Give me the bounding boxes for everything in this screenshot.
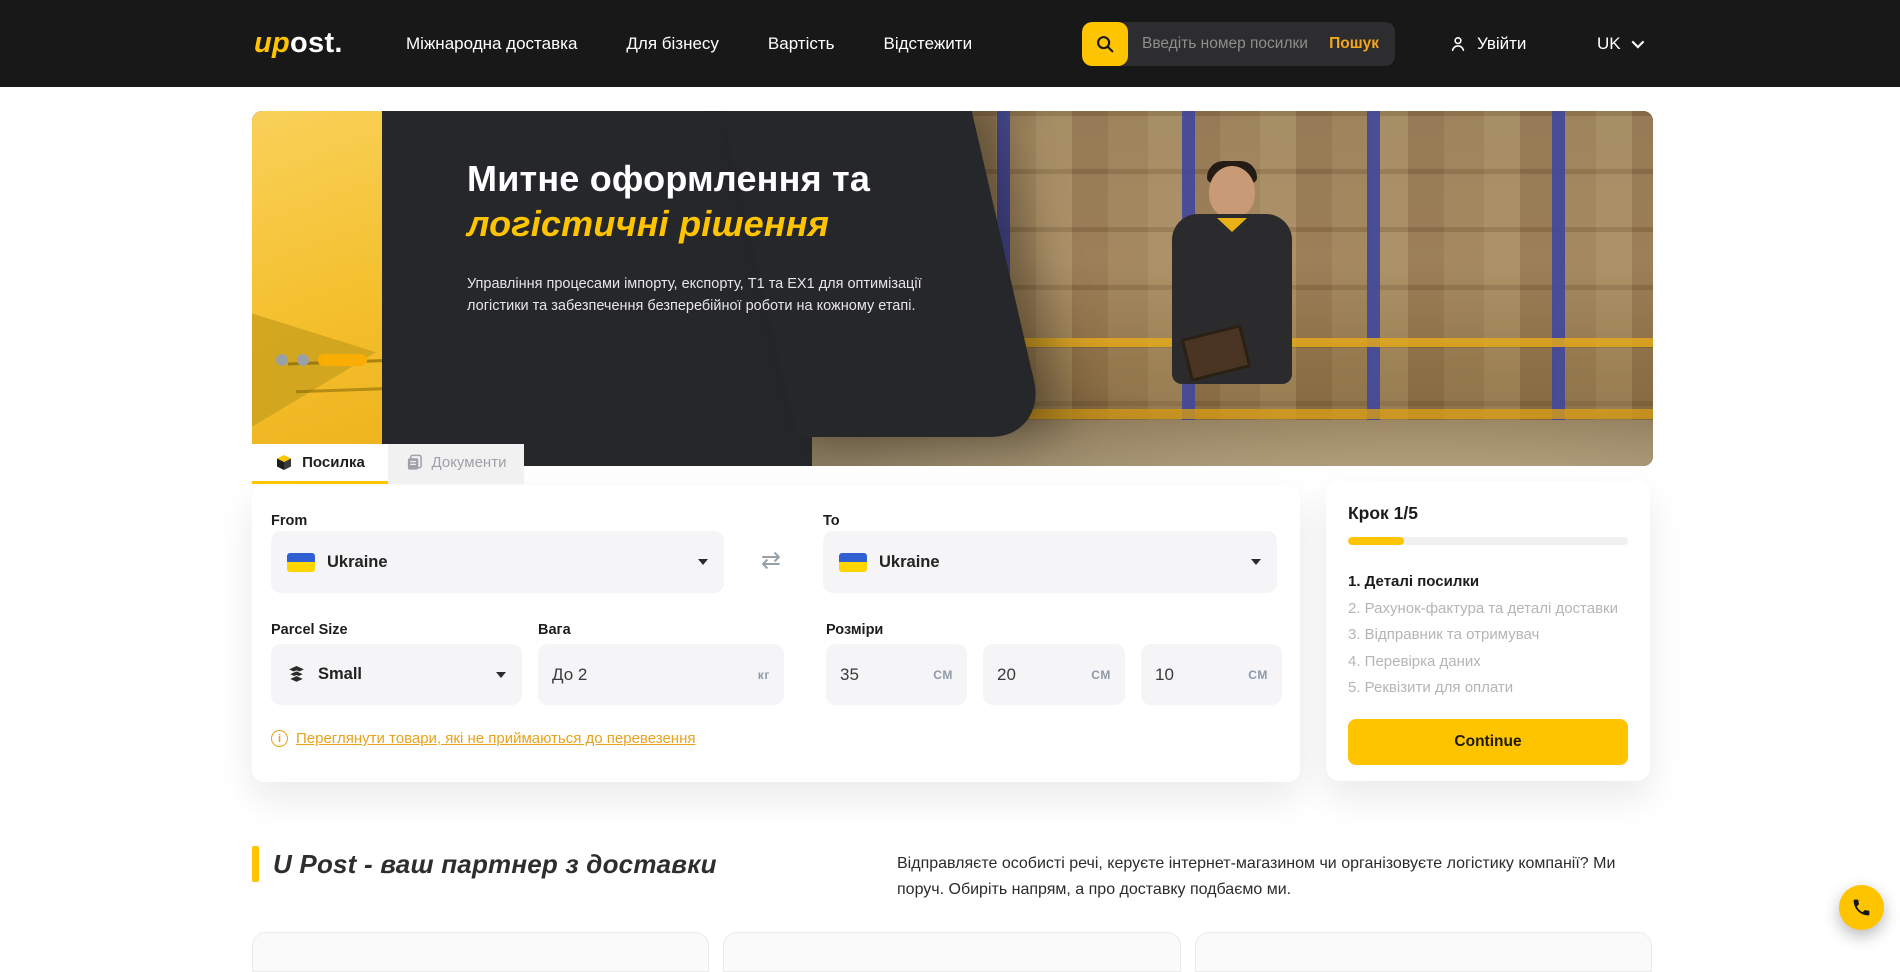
language-selector[interactable]: UK [1597, 0, 1641, 87]
direction-cards-row [252, 932, 1652, 972]
step-2-invoice-delivery: 2. Рахунок-фактура та деталі доставки [1348, 596, 1628, 623]
phone-icon [1851, 897, 1872, 918]
progress-bar [1348, 537, 1628, 545]
heading-accent-bar [252, 846, 259, 882]
carousel-dots [276, 354, 367, 366]
from-country-value: Ukraine [327, 553, 388, 572]
to-country-select[interactable]: Ukraine [823, 531, 1277, 593]
step-1-parcel-details: 1. Деталі посилки [1348, 569, 1628, 596]
swap-countries-button[interactable]: ⇄ [756, 545, 786, 575]
weight-field-wrap: кг [538, 644, 784, 705]
progress-bar-fill [1348, 537, 1404, 545]
section-description: Відправляєте особисті речі, керуєте інте… [897, 851, 1649, 902]
weight-input[interactable] [552, 665, 758, 685]
to-label: To [823, 513, 840, 529]
main-nav: Міжнародна доставка Для бізнесу Вартість… [406, 0, 972, 87]
logo[interactable]: upost. [254, 0, 343, 87]
shipment-form-card: From Ukraine ⇄ To Ukraine Parcel Size Sm… [252, 485, 1300, 782]
direction-card [723, 932, 1180, 972]
top-navbar: upost. Міжнародна доставка Для бізнесу В… [0, 0, 1900, 87]
continue-button[interactable]: Continue [1348, 719, 1628, 765]
parcel-size-select[interactable]: Small [271, 644, 522, 705]
search-icon-button[interactable] [1082, 22, 1128, 66]
hero-text-block: Митне оформлення та логістичні рішення У… [467, 157, 1027, 317]
phone-chat-button[interactable] [1839, 885, 1884, 930]
steps-title: Крок 1/5 [1348, 503, 1628, 524]
nav-pricing[interactable]: Вартість [768, 34, 835, 54]
dimension-height-input[interactable] [1155, 665, 1248, 685]
tab-parcel[interactable]: Посилка [252, 444, 388, 484]
parcel-size-icon [287, 665, 306, 684]
from-country-select[interactable]: Ukraine [271, 531, 724, 593]
direction-card [252, 932, 709, 972]
weight-label: Вага [538, 622, 571, 638]
from-label: From [271, 513, 307, 529]
search-submit-button[interactable]: Пошук [1325, 35, 1395, 53]
nav-for-business[interactable]: Для бізнесу [626, 34, 719, 54]
weight-unit: кг [758, 668, 770, 682]
ukraine-flag-icon [839, 553, 867, 572]
shipment-type-tabs: Посилка Документи [252, 444, 524, 484]
tracking-number-input[interactable] [1128, 35, 1325, 53]
dimension-unit: СМ [1091, 668, 1111, 682]
logo-rest: ost. [290, 27, 343, 60]
step-4-data-check: 4. Перевірка даних [1348, 649, 1628, 676]
login-label: Увійти [1477, 34, 1526, 54]
dimension-length-wrap: СМ [826, 644, 967, 705]
nav-track[interactable]: Відстежити [884, 34, 973, 54]
info-icon: i [271, 730, 288, 747]
dimension-height-wrap: СМ [1141, 644, 1282, 705]
parcel-size-label: Parcel Size [271, 622, 348, 638]
parcel-size-value: Small [318, 665, 362, 684]
carousel-dot-1[interactable] [276, 354, 288, 366]
steps-progress-card: Крок 1/5 1. Деталі посилки 2. Рахунок-фа… [1326, 481, 1650, 781]
dimension-unit: СМ [933, 668, 953, 682]
logo-accent: up [254, 27, 290, 60]
nav-international-shipping[interactable]: Міжнародна доставка [406, 34, 577, 54]
carousel-dot-3-active[interactable] [318, 354, 367, 366]
to-country-value: Ukraine [879, 553, 940, 572]
tab-documents[interactable]: Документи [388, 444, 524, 484]
hero-title-line2: логістичні рішення [467, 201, 1027, 247]
dimensions-label: Розміри [826, 622, 883, 638]
search-icon [1094, 33, 1116, 55]
section-heading: U Post - ваш партнер з доставки [252, 846, 717, 882]
caret-down-icon [698, 559, 708, 565]
caret-down-icon [1251, 559, 1261, 565]
restricted-items-row: i Переглянути товари, які не приймаються… [271, 730, 696, 747]
ukraine-flag-icon [287, 553, 315, 572]
parcel-box-icon [275, 454, 293, 472]
section-title: U Post - ваш партнер з доставки [273, 849, 717, 880]
step-3-sender-recipient: 3. Відправник та отримувач [1348, 622, 1628, 649]
caret-down-icon [496, 672, 506, 678]
tab-documents-label: Документи [432, 454, 507, 471]
login-button[interactable]: Увійти [1448, 0, 1526, 87]
user-icon [1448, 34, 1468, 54]
dimension-length-input[interactable] [840, 665, 933, 685]
dimension-width-input[interactable] [997, 665, 1091, 685]
documents-icon [406, 454, 423, 471]
chevron-down-icon [1631, 36, 1644, 49]
dimension-width-wrap: СМ [983, 644, 1125, 705]
carousel-dot-2[interactable] [297, 354, 309, 366]
step-5-payment-details: 5. Реквізити для оплати [1348, 675, 1628, 702]
steps-list: 1. Деталі посилки 2. Рахунок-фактура та … [1348, 569, 1628, 702]
hero-banner: Митне оформлення та логістичні рішення У… [252, 111, 1653, 466]
tab-parcel-label: Посилка [302, 454, 365, 471]
restricted-items-link[interactable]: Переглянути товари, які не приймаються д… [296, 730, 696, 747]
hero-description: Управління процесами імпорту, експорту, … [467, 273, 975, 317]
direction-card [1195, 932, 1652, 972]
tracking-search-bar: Пошук [1082, 22, 1395, 66]
hero-title-line1: Митне оформлення та [467, 157, 1027, 201]
dimension-unit: СМ [1248, 668, 1268, 682]
language-value: UK [1597, 34, 1621, 54]
